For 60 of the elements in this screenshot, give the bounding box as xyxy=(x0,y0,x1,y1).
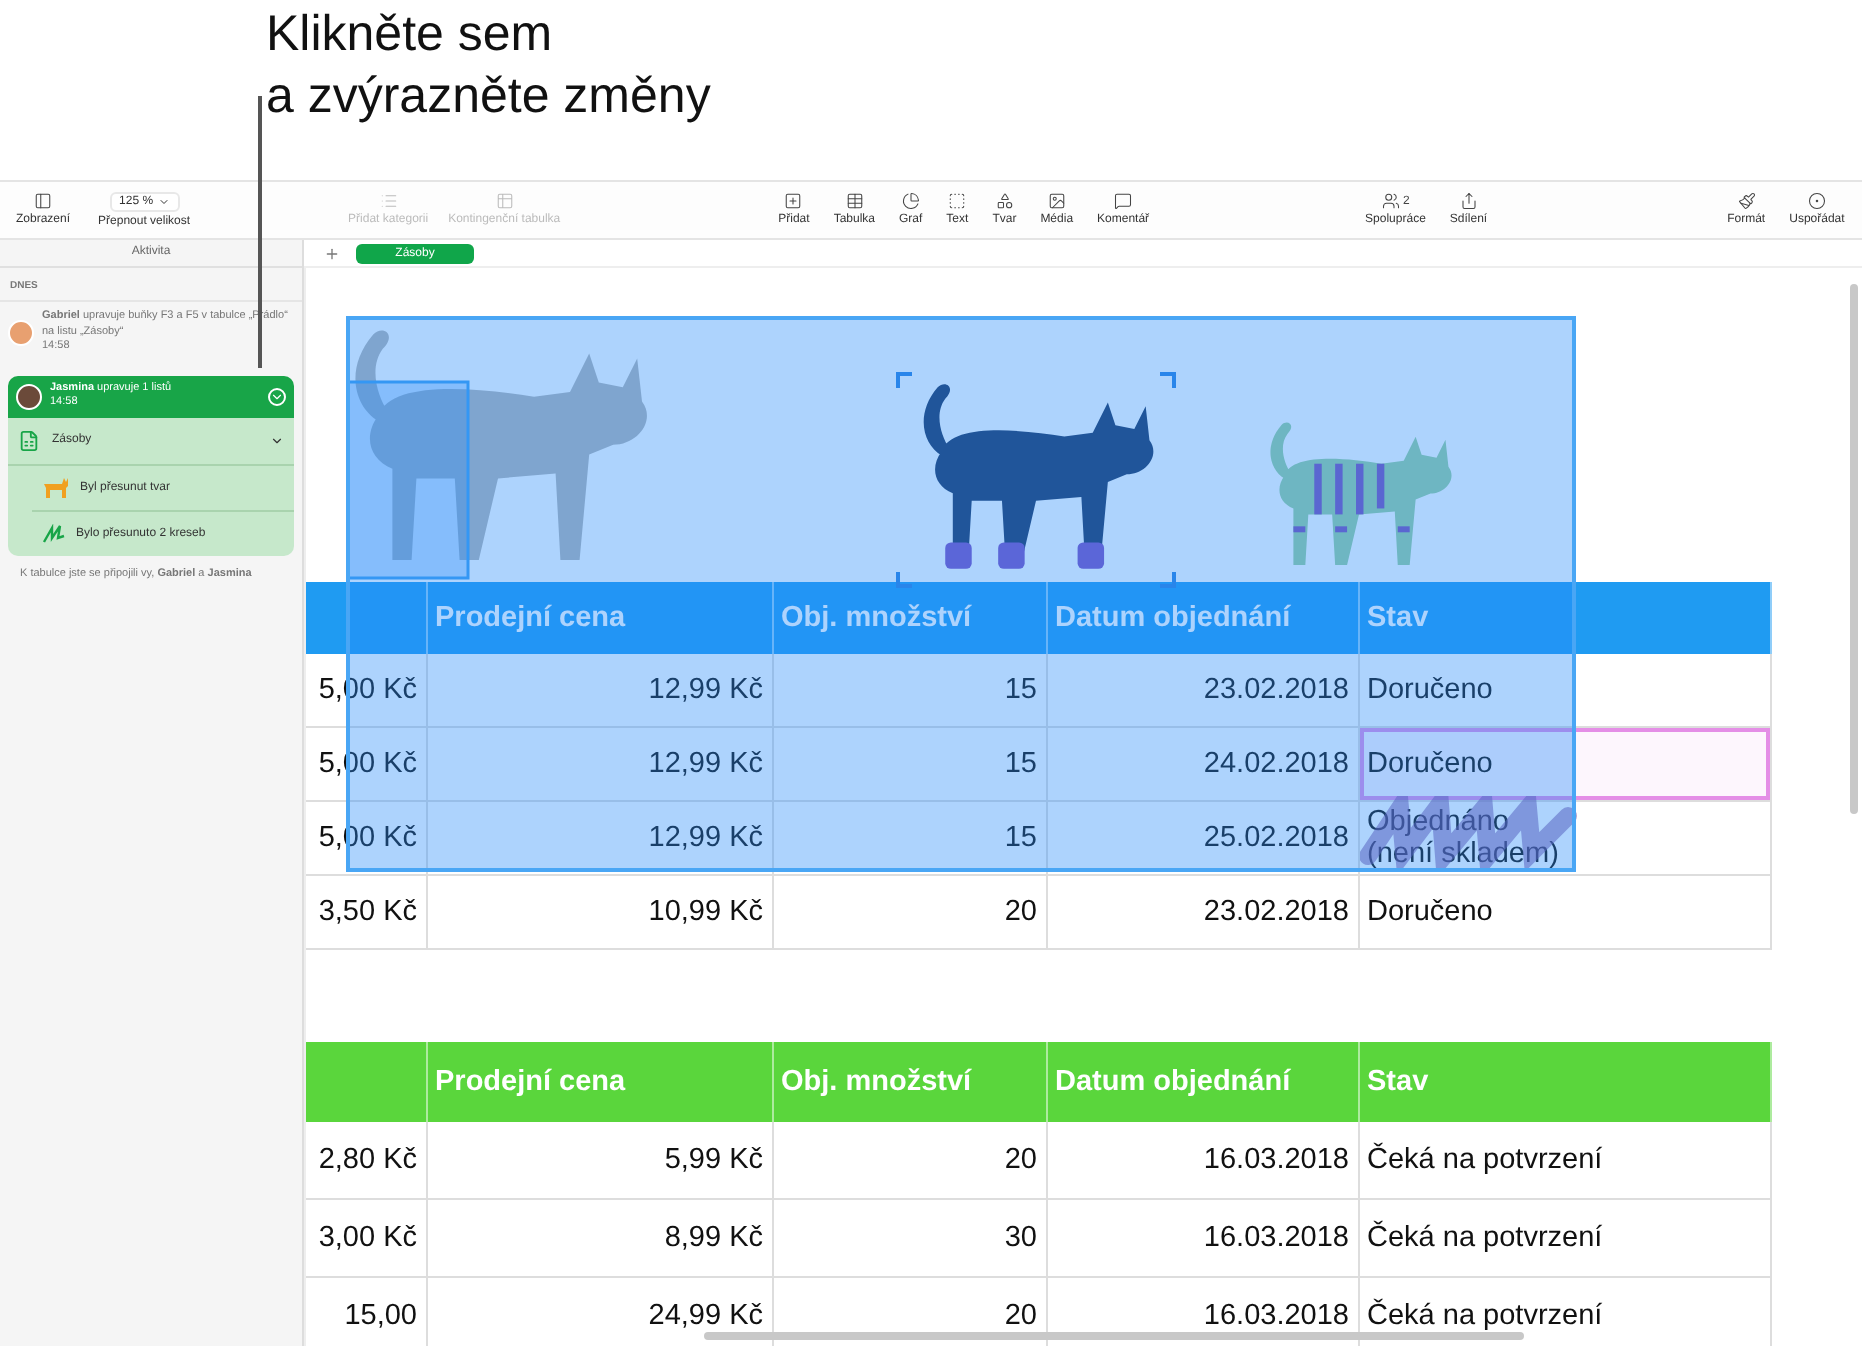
horizontal-scrollbar[interactable] xyxy=(704,1332,1524,1340)
share-icon xyxy=(1459,192,1478,210)
table-cell: 5,99 Kč xyxy=(426,1122,772,1199)
table-cell: 30 xyxy=(772,1199,1046,1277)
chevron-icon xyxy=(157,196,170,208)
header-cell: Prodejní cena xyxy=(426,582,772,654)
avatar-icon xyxy=(8,319,34,346)
text-box-icon xyxy=(948,192,967,210)
list-icon xyxy=(379,192,398,210)
table-cell: 15 xyxy=(772,727,1046,801)
header-cell: Stav xyxy=(1358,582,1771,654)
people-icon xyxy=(1381,192,1400,210)
chart-icon xyxy=(901,192,920,210)
table-cell: 12,99 Kč xyxy=(426,801,772,875)
header-cell: Datum objednání xyxy=(1046,582,1358,654)
add-sheet-icon[interactable] xyxy=(324,245,340,261)
header-cell: Obj. množství xyxy=(772,582,1046,654)
table-cell: 12,99 Kč xyxy=(426,727,772,801)
insert-icon xyxy=(784,192,803,210)
table-cell: 15 xyxy=(772,654,1046,727)
table-cell: 3,00 Kč xyxy=(306,1199,426,1277)
table-cell: 15,00 xyxy=(306,1277,426,1346)
header-cell: Prodejní cena xyxy=(426,1042,772,1122)
pivot-table-icon xyxy=(495,192,514,210)
table-cell: 10,99 Kč xyxy=(426,875,772,949)
table-cell: Čeká na potvrzení xyxy=(1358,1122,1771,1199)
table-cell: 3,50 Kč xyxy=(306,875,426,949)
table-cell: 23.02.2018 xyxy=(1046,875,1358,949)
table-cell: 20 xyxy=(772,1122,1046,1199)
table-cell: Doručeno xyxy=(1358,654,1771,727)
table-cell: 15 xyxy=(772,801,1046,875)
table-cell: 20 xyxy=(772,875,1046,949)
vertical-scrollbar[interactable] xyxy=(1850,284,1858,814)
paintbrush-icon xyxy=(1737,192,1756,210)
chevron-icon xyxy=(270,433,284,447)
table-cell: 24.02.2018 xyxy=(1046,727,1358,801)
header-cell: Stav xyxy=(1358,1042,1771,1122)
table-cell: 2,80 Kč xyxy=(306,1122,426,1199)
cat-icon xyxy=(42,477,70,497)
image-icon xyxy=(1047,192,1066,210)
table-icon xyxy=(845,192,864,210)
table-cell: 12,99 Kč xyxy=(426,654,772,727)
table-cell: 16.03.2018 xyxy=(1046,1122,1358,1199)
table-cell: 8,99 Kč xyxy=(426,1199,772,1277)
header-cell: Obj. množství xyxy=(772,1042,1046,1122)
scribble-icon xyxy=(42,523,66,543)
callout-text: a zvýrazněte změny xyxy=(266,66,713,128)
header-cell: Datum objednání xyxy=(1046,1042,1358,1122)
shapes-icon xyxy=(995,192,1014,210)
comment-icon xyxy=(1114,192,1133,210)
table-cell: 16.03.2018 xyxy=(1046,1199,1358,1277)
collapse-icon xyxy=(268,387,286,405)
table-cell: Čeká na potvrzení xyxy=(1358,1199,1771,1277)
sidebar-icon xyxy=(34,192,52,210)
table-cell: 23.02.2018 xyxy=(1046,654,1358,727)
callout-text: Klikněte sem xyxy=(266,4,555,66)
sheet-icon xyxy=(18,429,40,451)
table-cell: Doručeno xyxy=(1358,875,1771,949)
avatar-icon xyxy=(16,383,42,409)
table-cell: 25.02.2018 xyxy=(1046,801,1358,875)
